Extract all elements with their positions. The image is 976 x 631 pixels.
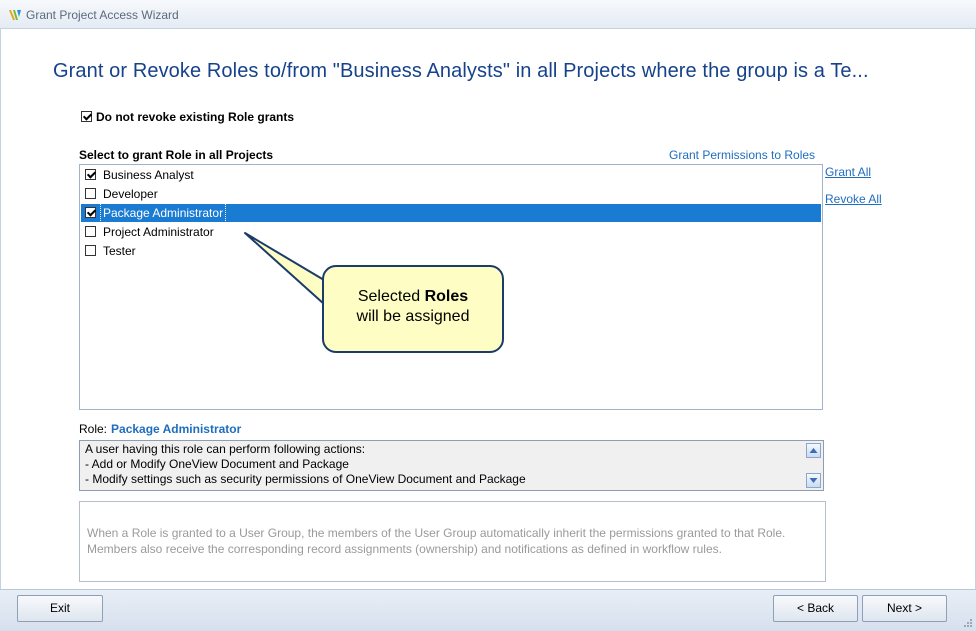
arrow-down-icon: [809, 478, 818, 483]
info-line: Members also receive the corresponding r…: [87, 542, 722, 556]
role-item-package-administrator[interactable]: Package Administrator: [81, 203, 821, 223]
scroll-down-button[interactable]: [806, 473, 821, 488]
role-item-label: Package Administrator: [99, 203, 227, 223]
role-checkbox[interactable]: [85, 207, 96, 218]
next-button[interactable]: Next >: [862, 595, 947, 622]
arrow-up-icon: [809, 448, 818, 453]
grant-permissions-link[interactable]: Grant Permissions to Roles: [669, 148, 815, 162]
role-item-tester[interactable]: Tester: [81, 242, 821, 260]
role-item-label: Business Analyst: [103, 168, 194, 182]
grant-all-link[interactable]: Grant All: [825, 165, 871, 179]
role-item-developer[interactable]: Developer: [81, 185, 821, 203]
info-text-box: When a Role is granted to a User Group, …: [79, 501, 826, 582]
callout-bubble: Selected Roles will be assigned: [322, 265, 504, 353]
roles-list-label: Select to grant Role in all Projects: [79, 148, 274, 162]
callout-prefix: Selected: [357, 288, 425, 305]
page-title: Grant or Revoke Roles to/from "Business …: [53, 60, 869, 82]
description-line: A user having this role can perform foll…: [85, 442, 366, 456]
role-item-business-analyst[interactable]: Business Analyst: [81, 166, 821, 184]
role-item-label: Tester: [103, 244, 136, 258]
back-button[interactable]: < Back: [773, 595, 858, 622]
role-description-box[interactable]: A user having this role can perform foll…: [79, 440, 824, 491]
role-item-label: Developer: [103, 187, 158, 201]
role-checkbox[interactable]: [85, 245, 96, 256]
role-item-project-administrator[interactable]: Project Administrator: [81, 223, 821, 241]
callout-bold: Roles: [424, 288, 469, 305]
resize-grip-icon[interactable]: [962, 617, 972, 627]
role-checkbox[interactable]: [85, 226, 96, 237]
description-line: - Add or Modify OneView Document and Pac…: [85, 457, 349, 471]
role-checkbox[interactable]: [85, 188, 96, 199]
checkbox-icon[interactable]: [81, 111, 92, 123]
exit-button[interactable]: Exit: [17, 595, 103, 622]
scroll-up-button[interactable]: [806, 443, 821, 458]
description-line: - Modify settings such as security permi…: [85, 472, 526, 486]
info-line: When a Role is granted to a User Group, …: [87, 526, 786, 540]
role-caption: Role: Package Administrator: [79, 422, 241, 436]
role-item-label: Project Administrator: [103, 225, 214, 239]
role-caption-label: Role:: [79, 422, 108, 436]
app-logo-icon: [9, 10, 21, 20]
wizard-footer: Exit < Back Next >: [0, 589, 976, 631]
callout-line2: will be assigned: [356, 308, 470, 325]
title-bar: Grant Project Access Wizard: [0, 0, 976, 29]
role-checkbox[interactable]: [85, 169, 96, 180]
window-title: Grant Project Access Wizard: [26, 8, 179, 22]
selected-role-name: Package Administrator: [111, 422, 242, 436]
do-not-revoke-checkbox[interactable]: Do not revoke existing Role grants: [81, 110, 294, 124]
do-not-revoke-label: Do not revoke existing Role grants: [96, 110, 295, 124]
revoke-all-link[interactable]: Revoke All: [825, 192, 882, 206]
